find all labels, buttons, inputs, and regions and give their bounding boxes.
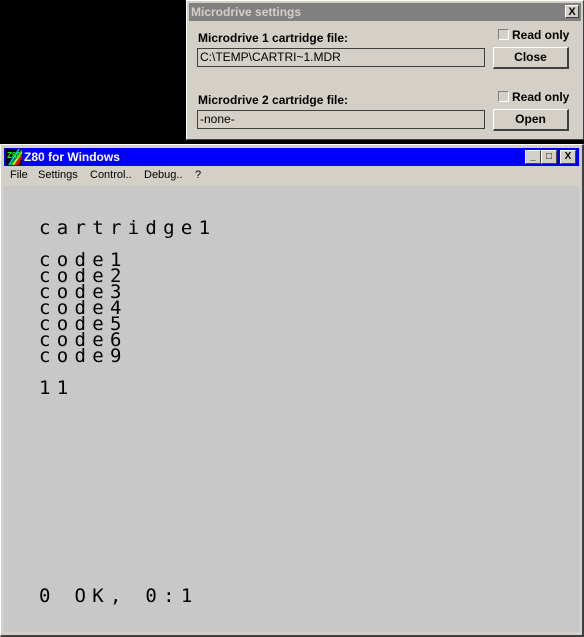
menu-debug[interactable]: Debug.. xyxy=(144,169,183,181)
svg-text:Z80: Z80 xyxy=(7,151,21,160)
dialog-title: Microdrive settings xyxy=(191,5,302,19)
maximize-button[interactable]: □ xyxy=(541,150,557,164)
drive2-open-button[interactable]: Open xyxy=(493,109,569,131)
close-icon: X xyxy=(564,151,572,162)
z80-main-window: Z80 Z80 for Windows _ □ X File Settings … xyxy=(0,144,584,637)
drive2-read-only-label: Read only xyxy=(512,90,570,104)
dialog-close-button[interactable]: X xyxy=(565,5,579,18)
minimize-icon: _ xyxy=(530,151,536,162)
maximize-icon: □ xyxy=(545,151,553,162)
menu-help[interactable]: ? xyxy=(195,169,201,181)
menu-settings[interactable]: Settings xyxy=(38,169,78,181)
close-icon: X xyxy=(568,6,576,18)
menu-bar: File Settings Control.. Debug.. ? xyxy=(4,167,579,185)
drive2-label: Microdrive 2 cartridge file: xyxy=(198,93,349,107)
spectrum-screen[interactable]: cartridge1 code1 code2 code3 code4 code5… xyxy=(4,186,579,632)
menu-control[interactable]: Control.. xyxy=(90,169,132,181)
minimize-button[interactable]: _ xyxy=(525,150,541,164)
drive1-file-field[interactable]: C:\TEMP\CARTRI~1.MDR xyxy=(197,48,485,67)
checkbox-icon xyxy=(498,91,509,102)
z80-app-icon: Z80 xyxy=(6,149,22,165)
drive2-file-field[interactable]: -none- xyxy=(197,110,485,129)
dialog-title-bar[interactable]: Microdrive settings X xyxy=(189,3,581,21)
window-title: Z80 for Windows xyxy=(24,150,120,164)
drive1-label: Microdrive 1 cartridge file: xyxy=(198,31,349,45)
screen-line: cartridge1 xyxy=(39,217,217,239)
close-button[interactable]: X xyxy=(560,150,576,164)
screen-line: code9 xyxy=(39,345,128,367)
status-line: 0 OK, 0:1 xyxy=(39,585,199,607)
drive1-close-button[interactable]: Close xyxy=(493,47,569,69)
drive1-read-only-label: Read only xyxy=(512,28,570,42)
drive1-read-only-checkbox[interactable]: Read only xyxy=(498,28,569,42)
microdrive-settings-dialog: Microdrive settings X Microdrive 1 cartr… xyxy=(186,0,584,140)
drive2-read-only-checkbox[interactable]: Read only xyxy=(498,90,569,104)
window-title-bar[interactable]: Z80 Z80 for Windows _ □ X xyxy=(4,148,579,166)
screen-line: 11 xyxy=(39,377,75,399)
menu-file[interactable]: File xyxy=(10,169,28,181)
checkbox-icon xyxy=(498,29,509,40)
